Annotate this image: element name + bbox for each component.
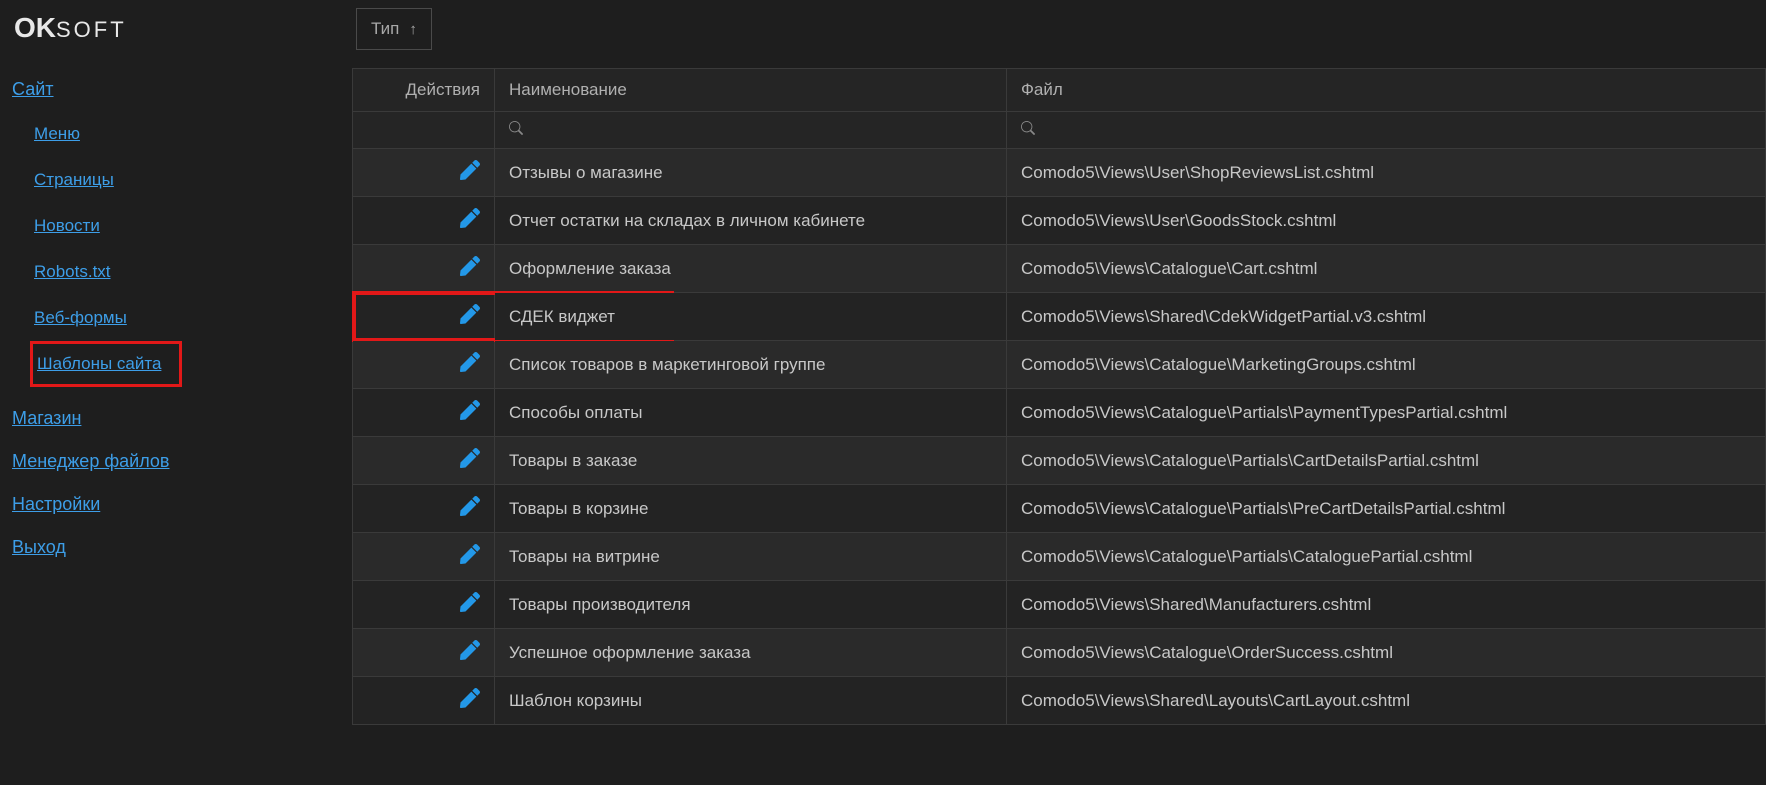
name-cell: СДЕК виджет <box>495 293 1007 341</box>
logo: OKSOFT <box>0 8 352 68</box>
header-name: Наименование <box>495 69 1007 112</box>
logo-ok: OK <box>14 12 56 43</box>
table-search-row <box>353 112 1766 149</box>
search-icon <box>1021 122 1035 139</box>
nav-robots[interactable]: Robots.txt <box>12 249 340 295</box>
nav-filemanager[interactable]: Менеджер файлов <box>12 440 340 483</box>
main-content: Тип ↑ Действия Наименование Файл <box>352 0 1766 785</box>
actions-cell <box>353 389 495 437</box>
edit-icon[interactable] <box>460 548 480 568</box>
header-actions: Действия <box>353 69 495 112</box>
table-header-row: Действия Наименование Файл <box>353 69 1766 112</box>
search-icon <box>509 122 523 139</box>
actions-cell <box>353 437 495 485</box>
templates-table: Действия Наименование Файл Отзывы <box>352 68 1766 725</box>
table-row: Успешное оформление заказаComodo5\Views\… <box>353 629 1766 677</box>
filter-bar: Тип ↑ <box>352 8 1766 68</box>
name-cell: Товары в заказе <box>495 437 1007 485</box>
header-file: Файл <box>1007 69 1766 112</box>
edit-icon[interactable] <box>460 260 480 280</box>
table-row: Оформление заказаComodo5\Views\Catalogue… <box>353 245 1766 293</box>
edit-icon[interactable] <box>460 692 480 712</box>
name-cell: Успешное оформление заказа <box>495 629 1007 677</box>
table-row: Отчет остатки на складах в личном кабине… <box>353 197 1766 245</box>
table-row: Список товаров в маркетинговой группеCom… <box>353 341 1766 389</box>
table-row: Отзывы о магазинеComodo5\Views\User\Shop… <box>353 149 1766 197</box>
nav-webforms[interactable]: Веб-формы <box>12 295 340 341</box>
nav-news[interactable]: Новости <box>12 203 340 249</box>
name-cell: Товары производителя <box>495 581 1007 629</box>
file-cell: Comodo5\Views\Shared\Layouts\CartLayout.… <box>1007 677 1766 725</box>
name-cell: Товары на витрине <box>495 533 1007 581</box>
actions-cell <box>353 197 495 245</box>
edit-icon[interactable] <box>460 500 480 520</box>
nav-section: Сайт Меню Страницы Новости Robots.txt Ве… <box>0 68 352 569</box>
table-row: Товары в заказеComodo5\Views\Catalogue\P… <box>353 437 1766 485</box>
name-cell: Способы оплаты <box>495 389 1007 437</box>
actions-cell <box>353 245 495 293</box>
nav-site-templates[interactable]: Шаблоны сайта <box>37 354 161 373</box>
edit-icon[interactable] <box>460 164 480 184</box>
edit-icon[interactable] <box>460 356 480 376</box>
edit-icon[interactable] <box>460 644 480 664</box>
name-cell: Отчет остатки на складах в личном кабине… <box>495 197 1007 245</box>
sort-type-button[interactable]: Тип ↑ <box>356 8 432 50</box>
arrow-up-icon: ↑ <box>409 21 417 38</box>
edit-icon[interactable] <box>460 596 480 616</box>
sort-type-label: Тип <box>371 19 399 39</box>
file-cell: Comodo5\Views\User\ShopReviewsList.cshtm… <box>1007 149 1766 197</box>
actions-cell <box>353 293 495 341</box>
search-name-cell[interactable] <box>495 112 1007 149</box>
table-row: Способы оплатыComodo5\Views\Catalogue\Pa… <box>353 389 1766 437</box>
name-cell: Товары в корзине <box>495 485 1007 533</box>
file-cell: Comodo5\Views\Shared\Manufacturers.cshtm… <box>1007 581 1766 629</box>
file-cell: Comodo5\Views\Shared\CdekWidgetPartial.v… <box>1007 293 1766 341</box>
table-row: Шаблон корзиныComodo5\Views\Shared\Layou… <box>353 677 1766 725</box>
name-cell: Шаблон корзины <box>495 677 1007 725</box>
table-row: СДЕК виджетComodo5\Views\Shared\CdekWidg… <box>353 293 1766 341</box>
actions-cell <box>353 341 495 389</box>
edit-icon[interactable] <box>460 452 480 472</box>
sidebar: OKSOFT Сайт Меню Страницы Новости Robots… <box>0 0 352 785</box>
nav-store[interactable]: Магазин <box>12 397 340 440</box>
nav-settings[interactable]: Настройки <box>12 483 340 526</box>
edit-icon[interactable] <box>460 308 480 328</box>
actions-cell <box>353 677 495 725</box>
file-cell: Comodo5\Views\Catalogue\Partials\Payment… <box>1007 389 1766 437</box>
table-row: Товары производителяComodo5\Views\Shared… <box>353 581 1766 629</box>
file-cell: Comodo5\Views\Catalogue\Partials\PreCart… <box>1007 485 1766 533</box>
nav-exit[interactable]: Выход <box>12 526 340 569</box>
file-cell: Comodo5\Views\User\GoodsStock.cshtml <box>1007 197 1766 245</box>
file-cell: Comodo5\Views\Catalogue\Partials\CartDet… <box>1007 437 1766 485</box>
actions-cell <box>353 149 495 197</box>
actions-cell <box>353 629 495 677</box>
name-cell: Оформление заказа <box>495 245 1007 293</box>
table-row: Товары на витринеComodo5\Views\Catalogue… <box>353 533 1766 581</box>
file-cell: Comodo5\Views\Catalogue\OrderSuccess.csh… <box>1007 629 1766 677</box>
file-cell: Comodo5\Views\Catalogue\MarketingGroups.… <box>1007 341 1766 389</box>
logo-soft: SOFT <box>56 17 127 42</box>
highlight-templates: Шаблоны сайта <box>30 341 182 387</box>
search-actions-cell <box>353 112 495 149</box>
table-row: Товары в корзинеComodo5\Views\Catalogue\… <box>353 485 1766 533</box>
nav-site[interactable]: Сайт <box>12 68 340 111</box>
nav-pages[interactable]: Страницы <box>12 157 340 203</box>
name-cell: Отзывы о магазине <box>495 149 1007 197</box>
edit-icon[interactable] <box>460 404 480 424</box>
file-cell: Comodo5\Views\Catalogue\Cart.cshtml <box>1007 245 1766 293</box>
actions-cell <box>353 581 495 629</box>
search-file-cell[interactable] <box>1007 112 1766 149</box>
edit-icon[interactable] <box>460 212 480 232</box>
actions-cell <box>353 485 495 533</box>
nav-menu[interactable]: Меню <box>12 111 340 157</box>
file-cell: Comodo5\Views\Catalogue\Partials\Catalog… <box>1007 533 1766 581</box>
actions-cell <box>353 533 495 581</box>
name-cell: Список товаров в маркетинговой группе <box>495 341 1007 389</box>
